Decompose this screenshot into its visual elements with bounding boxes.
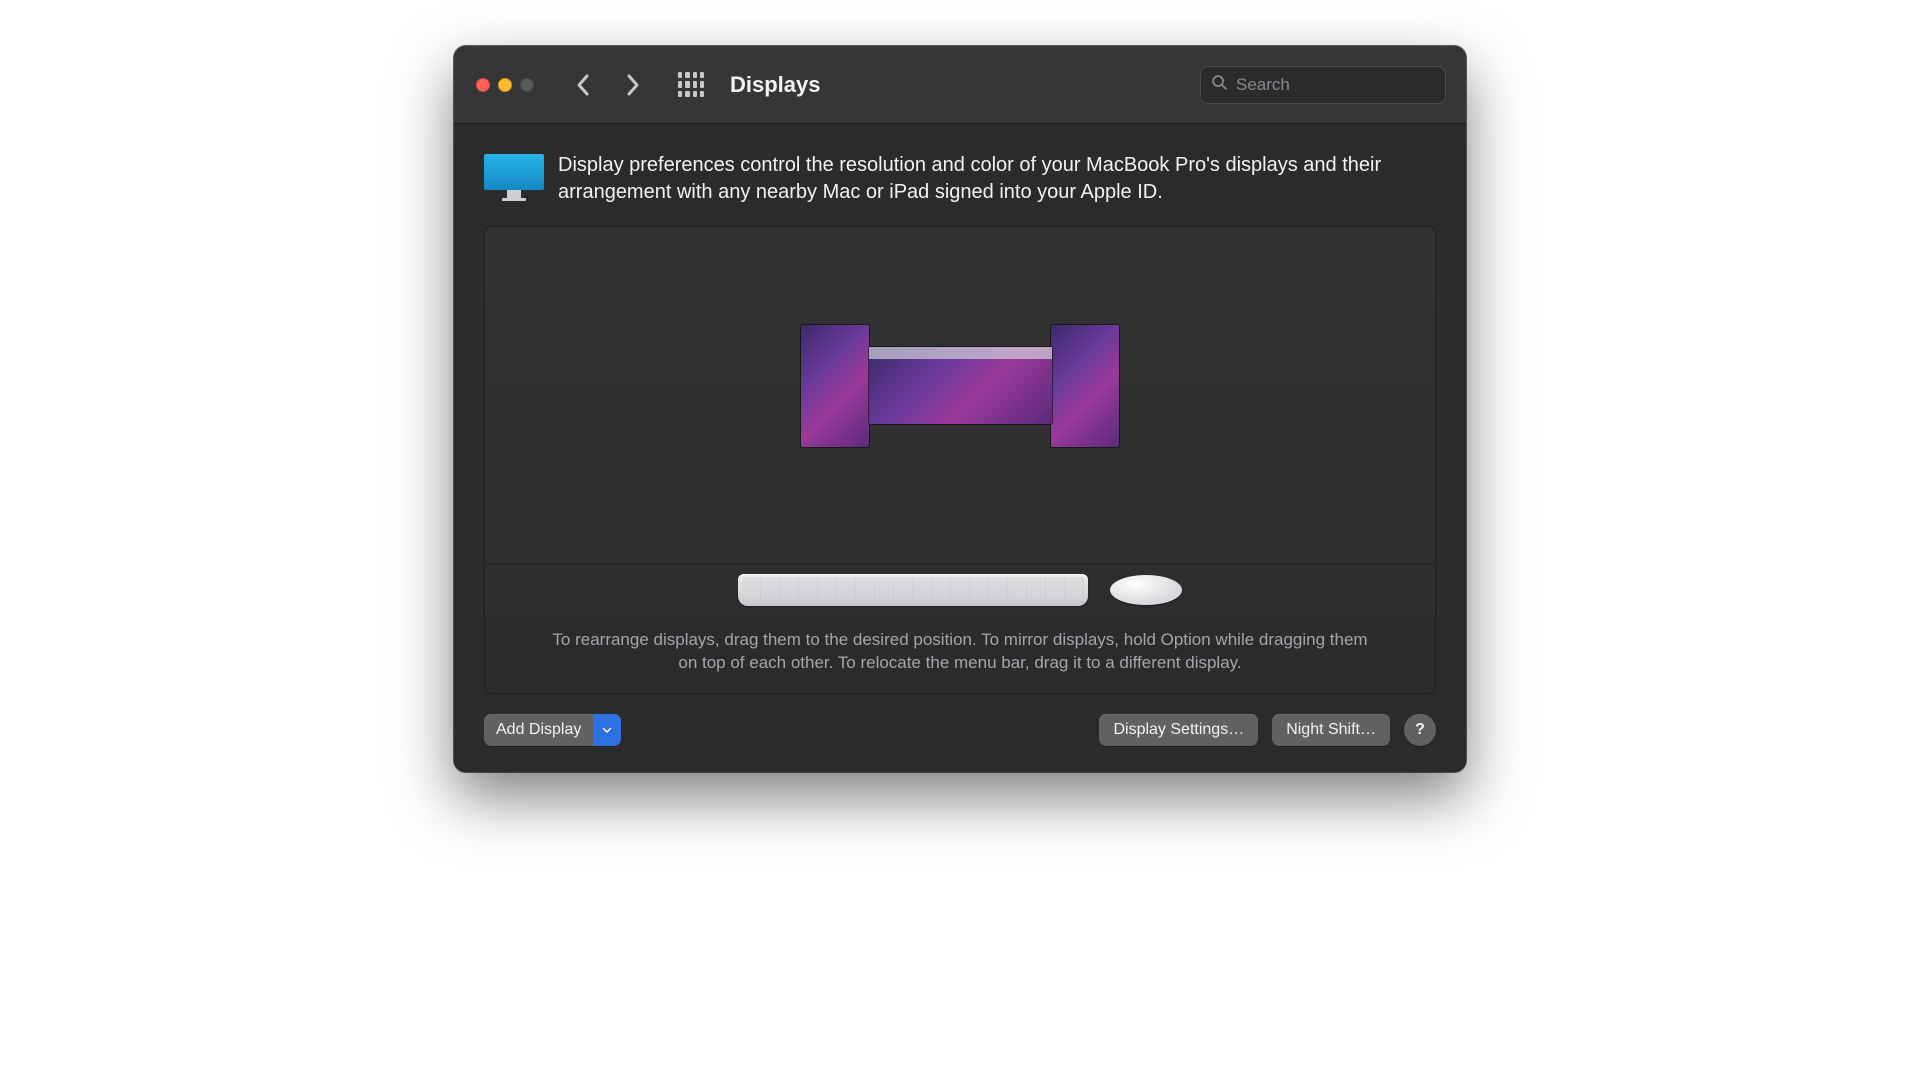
arrangement-hint: To rearrange displays, drag them to the … <box>485 615 1435 693</box>
preferences-window: Displays Display preferences control the… <box>454 46 1466 772</box>
keyboard-icon <box>738 574 1088 606</box>
menu-bar-indicator[interactable] <box>869 347 1052 359</box>
content-area: Display preferences control the resoluti… <box>454 124 1466 772</box>
arrangement-stage[interactable] <box>485 227 1435 563</box>
display-icon <box>484 154 544 200</box>
page-title: Displays <box>730 72 821 98</box>
night-shift-button[interactable]: Night Shift… <box>1272 714 1390 746</box>
forward-button[interactable] <box>618 70 648 100</box>
external-display-right[interactable] <box>1051 325 1119 447</box>
maximize-window-button <box>520 78 534 92</box>
help-button[interactable]: ? <box>1404 714 1436 746</box>
search-field[interactable] <box>1200 66 1446 104</box>
show-all-button[interactable] <box>676 70 706 100</box>
mouse-icon <box>1110 575 1182 605</box>
description-text: Display preferences control the resoluti… <box>558 152 1436 206</box>
footer-buttons: Add Display Display Settings… Night Shif… <box>484 714 1436 746</box>
close-window-button[interactable] <box>476 78 490 92</box>
minimize-window-button[interactable] <box>498 78 512 92</box>
chevron-down-icon <box>593 714 621 746</box>
toolbar: Displays <box>454 46 1466 124</box>
grid-icon <box>678 72 704 98</box>
search-icon <box>1211 74 1228 96</box>
add-display-button[interactable]: Add Display <box>484 714 621 746</box>
add-display-label: Add Display <box>484 721 593 739</box>
arrangement-panel: To rearrange displays, drag them to the … <box>484 226 1436 694</box>
window-controls <box>476 78 534 92</box>
search-input[interactable] <box>1236 75 1457 95</box>
peripheral-strip <box>485 563 1435 615</box>
description-row: Display preferences control the resoluti… <box>484 152 1436 206</box>
display-settings-button[interactable]: Display Settings… <box>1099 714 1258 746</box>
back-button[interactable] <box>568 70 598 100</box>
nav-arrows <box>568 70 648 100</box>
external-display-left[interactable] <box>801 325 869 447</box>
